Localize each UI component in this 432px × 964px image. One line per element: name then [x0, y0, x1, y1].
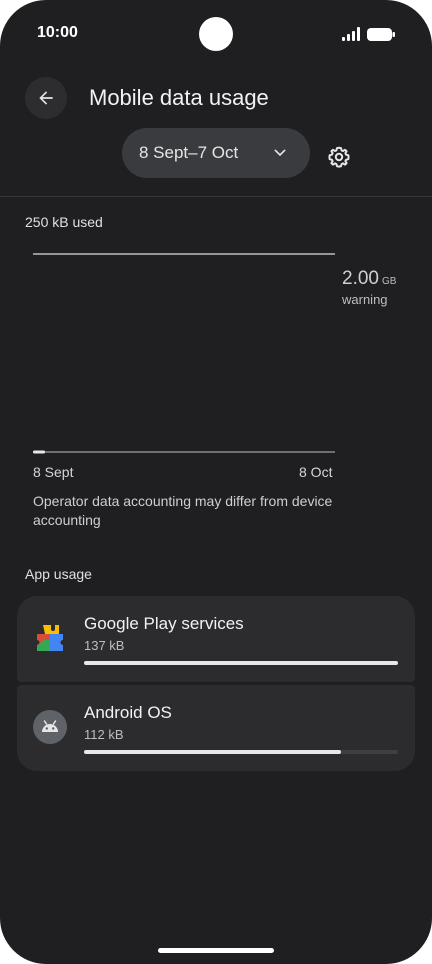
signal-icon: [342, 27, 360, 41]
date-range-dropdown[interactable]: 8 Sept–7 Oct: [122, 128, 310, 178]
usage-bar: [33, 450, 46, 454]
warning-value: 2.00: [342, 268, 379, 289]
chevron-down-icon: [274, 149, 286, 156]
arrow-back-icon: [39, 91, 53, 105]
google-play-services-icon: [37, 625, 63, 651]
axis-start-label: 8 Sept: [33, 464, 74, 480]
status-bar: 10:00: [0, 0, 432, 64]
header-divider: [0, 196, 432, 197]
home-indicator[interactable]: [158, 948, 274, 953]
front-camera: [199, 17, 233, 51]
warning-unit: GB: [381, 276, 397, 287]
warning-label: warning: [342, 292, 388, 307]
warning-value-row: 2.00 GB: [342, 268, 396, 290]
app-name: Google Play services: [84, 614, 244, 633]
phone-screen: 10:00 Mobile data usage 8 Sept–7 Oct 250…: [0, 0, 432, 964]
app-usage-bar: [84, 661, 398, 665]
app-usage-track: [84, 661, 398, 665]
status-time: 10:00: [37, 24, 78, 41]
app-name: Android OS: [84, 703, 172, 722]
gear-icon[interactable]: [327, 145, 351, 169]
app-item-google-play-services[interactable]: Google Play services 137 kB: [17, 596, 415, 682]
app-data-size: 137 kB: [84, 638, 125, 653]
battery-icon: [367, 28, 395, 41]
app-item-android-os[interactable]: Android OS 112 kB: [17, 685, 415, 771]
app-usage-bar: [84, 750, 341, 754]
date-range-label: 8 Sept–7 Oct: [139, 143, 239, 162]
back-button[interactable]: [25, 77, 67, 119]
android-icon: [33, 710, 67, 744]
axis-end-label: 8 Oct: [299, 464, 333, 480]
operator-note: Operator data accounting may differ from…: [33, 493, 333, 528]
app-data-size: 112 kB: [84, 727, 124, 742]
app-usage-title: App usage: [25, 566, 92, 582]
page-title: Mobile data usage: [89, 85, 269, 110]
data-used-label: 250 kB used: [25, 214, 103, 230]
app-usage-track: [84, 750, 398, 754]
